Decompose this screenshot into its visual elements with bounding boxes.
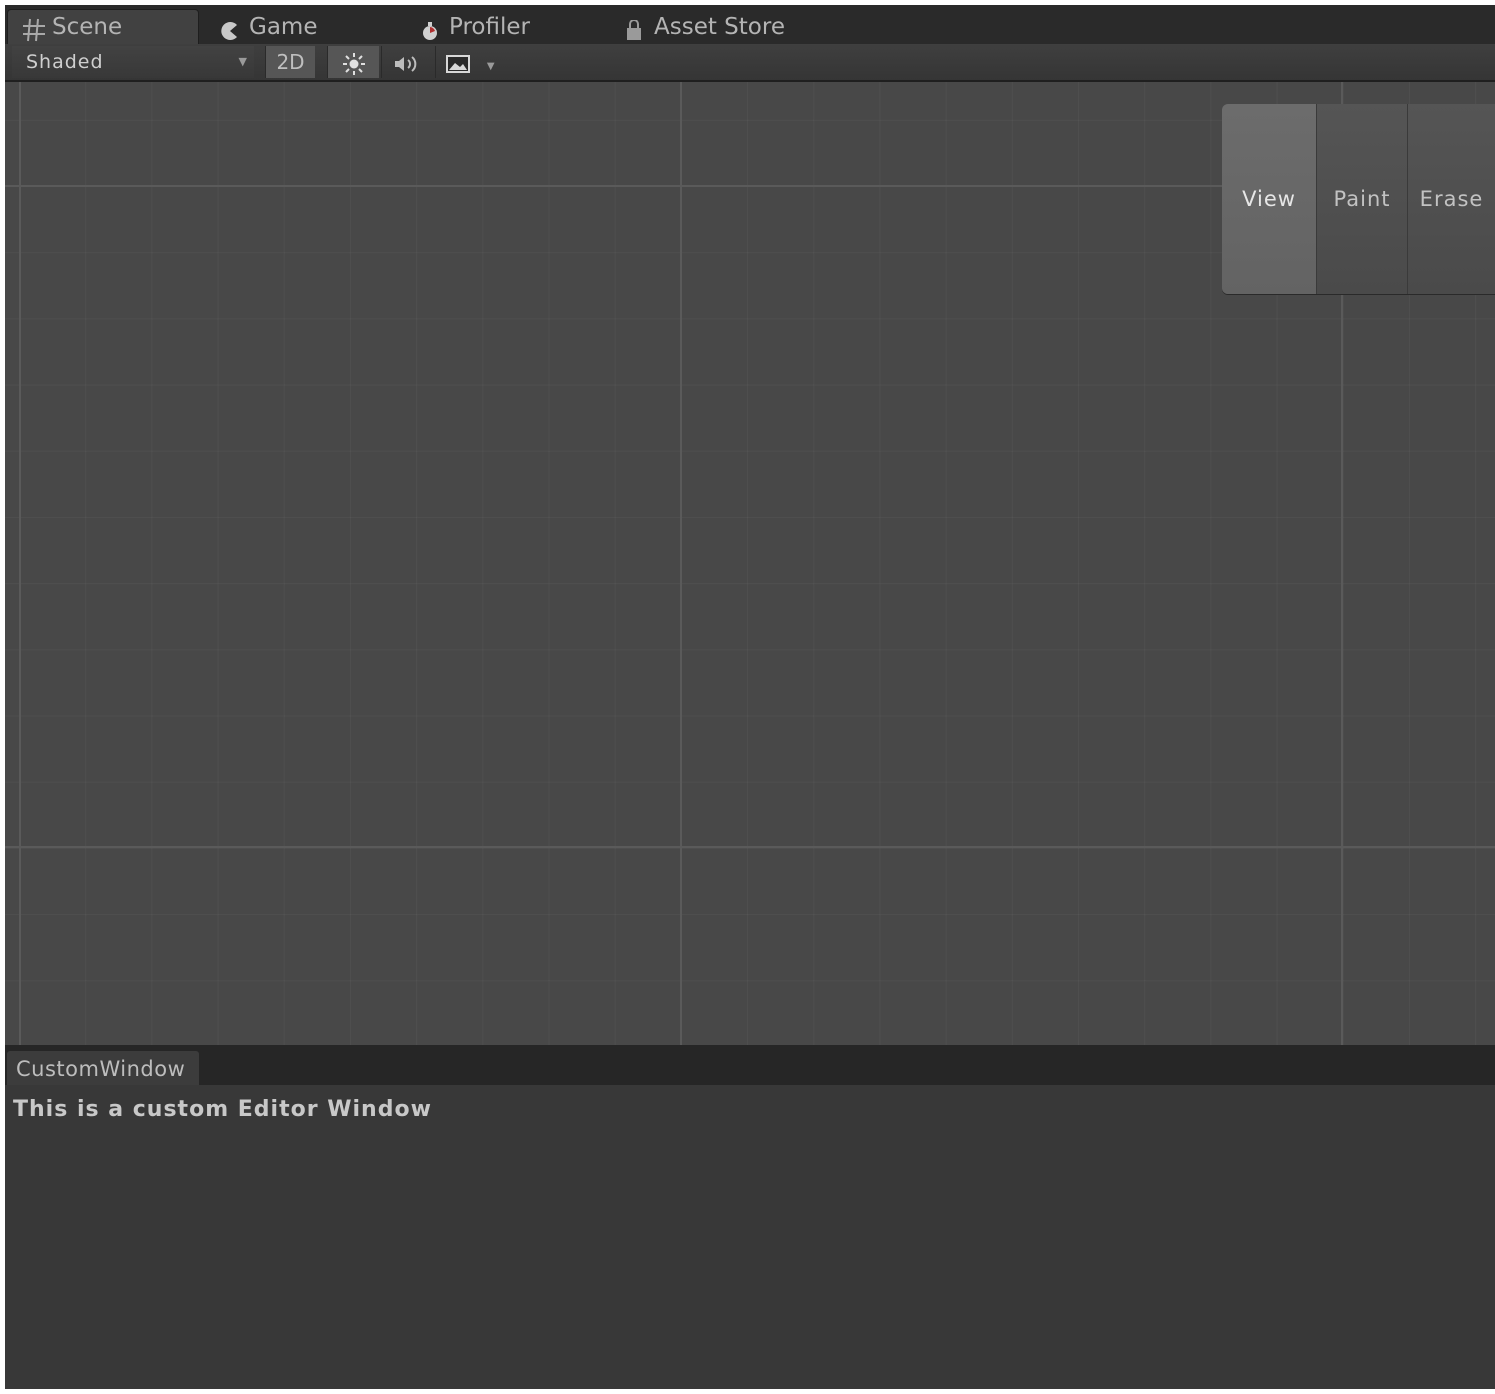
scene-effects-dropdown[interactable]: ▼ [435,46,505,78]
custom-window-message: This is a custom Editor Window [13,1097,432,1122]
tab-asset-store[interactable]: Asset Store [610,9,830,44]
paint-tool-label: Paint [1333,187,1391,211]
view-tool-button[interactable]: View [1222,104,1316,294]
asset-store-bag-icon [624,16,646,40]
image-effects-icon [446,50,478,74]
2d-mode-label: 2D [276,50,305,74]
dropdown-arrow-icon: ▼ [238,55,248,68]
tab-custom-window[interactable]: CustomWindow [7,1051,199,1087]
custom-window-body: This is a custom Editor Window [5,1085,1495,1389]
editor-tab-bar: Scene Game Profiler Asset Store [5,5,1495,44]
erase-tool-button[interactable]: Erase [1407,104,1495,294]
grid-major-line [680,82,682,1045]
tab-profiler[interactable]: Profiler [405,9,605,44]
2d-mode-toggle[interactable]: 2D [265,46,315,78]
custom-window-tab-bar: CustomWindow [5,1045,1495,1087]
shading-mode-value: Shaded [26,51,104,73]
tab-game[interactable]: Game [205,9,395,44]
erase-tool-label: Erase [1419,187,1484,211]
game-pacman-icon [219,16,241,40]
shading-mode-dropdown[interactable]: Shaded ▼ [12,46,254,78]
scene-toolbar: Shaded ▼ 2D ▼ [5,44,1495,82]
paint-tool-button[interactable]: Paint [1316,104,1407,294]
scene-viewport[interactable]: View Paint Erase [5,82,1495,1045]
scene-grid-icon [22,16,45,42]
tab-game-label: Game [249,13,318,40]
effects-dropdown-arrow-icon: ▼ [486,61,495,72]
scene-lighting-toggle[interactable] [327,46,379,78]
tab-profiler-label: Profiler [449,13,530,40]
view-tool-label: View [1242,187,1296,211]
grid-axis-line [19,82,21,1045]
tab-scene[interactable]: Scene [7,9,199,44]
tile-tool-panel: View Paint Erase [1222,104,1495,294]
grid-major-line [5,846,1495,848]
custom-window-tab-label: CustomWindow [16,1057,186,1081]
tab-scene-label: Scene [52,14,123,40]
sun-icon [342,50,366,75]
unity-editor: Scene Game Profiler Asset Store Shaded ▼ [5,5,1495,1389]
speaker-icon [393,50,421,74]
tab-asset-store-label: Asset Store [654,13,785,40]
profiler-icon [419,16,441,40]
scene-audio-toggle[interactable] [381,46,431,78]
